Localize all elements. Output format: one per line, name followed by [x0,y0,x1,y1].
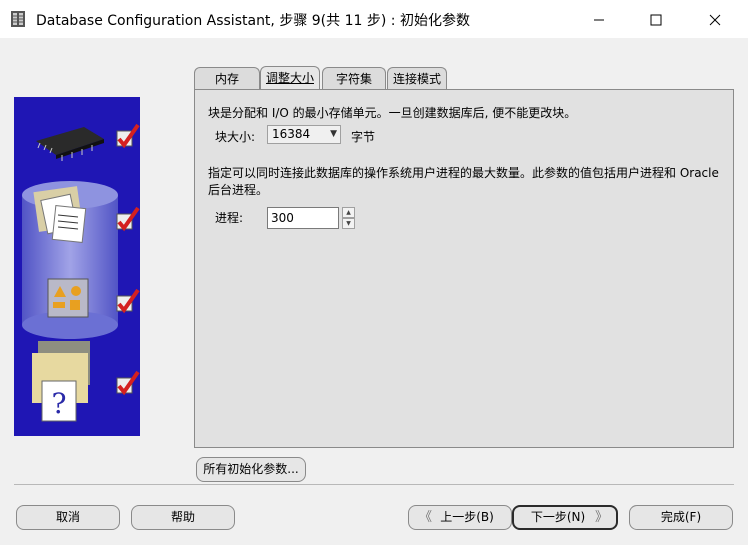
block-size-select[interactable]: 16384 ▼ [267,125,341,144]
back-button-label: 上一步(B) [440,510,494,524]
title-bar: Database Configuration Assistant, 步骤 9(共… [0,0,748,38]
check-mark-icon [116,288,140,314]
block-size-value: 16384 [272,127,311,141]
minimize-button[interactable] [576,0,622,38]
help-documents-icon: ? [32,341,90,422]
footer-separator [14,484,734,485]
shapes-parameter-icon [47,278,89,318]
tab-memory[interactable]: 内存 [194,67,260,90]
database-app-icon [11,11,25,27]
block-size-description: 块是分配和 I/O 的最小存储单元。一旦创建数据库后, 便不能更改块。 [208,106,577,120]
processes-input[interactable] [267,207,339,229]
check-mark-icon [116,123,140,149]
next-button[interactable]: 下一步(N) 》 [512,505,618,530]
maximize-button[interactable] [633,0,679,38]
next-button-label: 下一步(N) [530,510,586,524]
minimize-icon [594,19,604,20]
sizing-panel: 块是分配和 I/O 的最小存储单元。一旦创建数据库后, 便不能更改块。 块大小:… [194,89,734,448]
wizard-illustration: ? [14,97,140,436]
spin-down-icon[interactable]: ▼ [342,218,355,229]
cancel-button[interactable]: 取消 [16,505,120,530]
close-icon [709,14,721,25]
dialog-body: ? 内存 调整大小 字符集 连接模式 块是分配和 I/O 的最小存储单元。一旦创… [0,38,748,545]
block-size-label: 块大小: [215,130,256,144]
maximize-icon [650,14,662,25]
window-title: Database Configuration Assistant, 步骤 9(共… [36,13,470,29]
all-init-params-button[interactable]: 所有初始化参数... [196,457,306,482]
finish-button[interactable]: 完成(F) [629,505,733,530]
spin-up-icon[interactable]: ▲ [342,207,355,218]
back-button[interactable]: 《 上一步(B) [408,505,512,530]
processes-description: 指定可以同时连接此数据库的操作系统用户进程的最大数量。此参数的值包括用户进程和 … [208,166,719,197]
processes-label: 进程: [215,211,244,225]
check-mark-icon [116,206,140,232]
chevron-left-icon: 《 [419,510,433,525]
help-button[interactable]: 帮助 [131,505,235,530]
chevron-down-icon: ▼ [330,129,337,139]
processes-spinner[interactable]: ▲ ▼ [342,207,355,230]
close-button[interactable] [692,0,738,38]
chevron-right-icon: 》 [594,510,608,525]
svg-text:?: ? [51,387,66,420]
check-mark-icon [116,370,140,396]
memory-chip-icon [36,127,104,161]
tab-connection-mode[interactable]: 连接模式 [387,67,447,90]
tab-character-sets[interactable]: 字符集 [322,67,386,90]
block-size-unit: 字节 [351,130,376,144]
tab-sizing[interactable]: 调整大小 [260,66,320,90]
